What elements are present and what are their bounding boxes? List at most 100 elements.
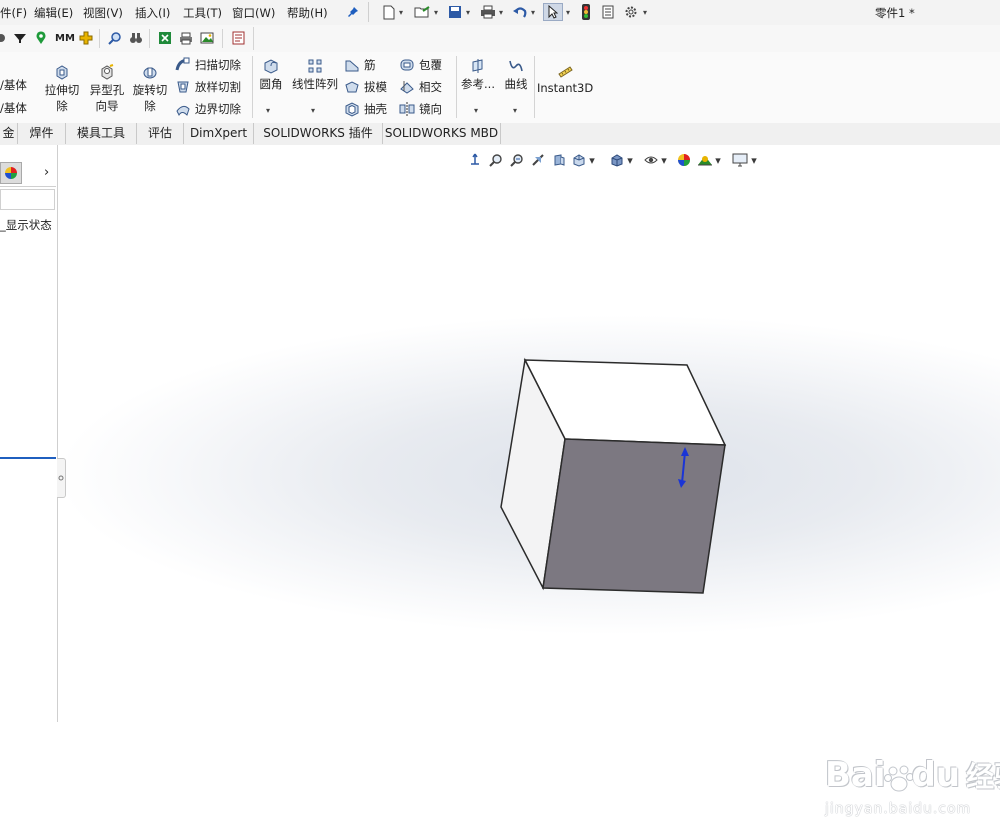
linear-pattern-button[interactable]: 线性阵列 xyxy=(289,58,341,92)
curves-dropdown-icon[interactable]: ▾ xyxy=(513,106,517,115)
tab-sheet-metal[interactable]: 金 xyxy=(0,123,18,144)
excel-table-icon[interactable] xyxy=(156,29,174,47)
linear-pattern-dropdown-icon[interactable]: ▾ xyxy=(311,106,315,115)
extrude-cut-button[interactable]: 拉伸切 除 xyxy=(41,64,83,114)
paw-logo-icon xyxy=(883,762,914,792)
document-title: 零件1 * xyxy=(875,6,915,20)
rib-label: 筋 xyxy=(364,58,376,72)
boundary-cut-button[interactable]: 边界切除 xyxy=(175,100,241,118)
zoom-magnifier-icon[interactable] xyxy=(106,29,124,47)
draft-label: 拔模 xyxy=(364,80,387,94)
curves-button[interactable]: 曲线 xyxy=(500,58,532,92)
menu-tools[interactable]: 工具(T) xyxy=(183,5,222,21)
intersect-button[interactable]: 相交 xyxy=(399,78,442,96)
display-state-item[interactable]: _显示状态 xyxy=(0,217,52,233)
rib-button[interactable]: 筋 xyxy=(344,56,376,74)
funnel-filter-icon[interactable] xyxy=(11,29,29,47)
tab-weldments[interactable]: 焊件 xyxy=(18,123,66,144)
partial-command-bottom[interactable]: /基体 xyxy=(0,99,27,117)
intersect-icon xyxy=(400,81,414,94)
hole-wizard-button[interactable]: 异型孔 向导 xyxy=(86,64,128,114)
fillet-icon xyxy=(264,59,278,74)
undo-icon[interactable] xyxy=(511,3,529,21)
print-preview-icon[interactable] xyxy=(177,29,195,47)
tab-mold-tools[interactable]: 模具工具 xyxy=(66,123,137,144)
tab-evaluate[interactable]: 评估 xyxy=(137,123,184,144)
instant3d-button[interactable]: Instant3D xyxy=(537,64,593,96)
select-pointer-icon[interactable] xyxy=(543,3,563,21)
rebuild-traffic-light-icon[interactable] xyxy=(579,3,593,21)
shell-icon xyxy=(345,102,359,117)
fillet-dropdown-icon[interactable]: ▾ xyxy=(266,106,270,115)
appearance-color-wheel-icon xyxy=(5,167,17,179)
cube-front-face[interactable] xyxy=(542,438,726,594)
find-binoculars-icon[interactable] xyxy=(127,29,145,47)
filter-input[interactable] xyxy=(0,189,55,210)
shell-label: 抽壳 xyxy=(364,102,387,116)
hole-wizard-icon xyxy=(101,64,114,80)
location-pin-icon[interactable] xyxy=(32,29,50,47)
handle-dot-icon xyxy=(58,475,64,481)
tab-solidworks-mbd[interactable]: SOLIDWORKS MBD xyxy=(383,123,501,144)
instant3d-label: Instant3D xyxy=(537,81,594,95)
draft-icon xyxy=(345,81,359,93)
print-dropdown-icon[interactable]: ▾ xyxy=(499,3,503,21)
graphics-area[interactable]: ▾ ▾ ▾ ▾ ▾ Baidu经验 jingyan.baidu.com xyxy=(58,145,1000,817)
panel-splitter[interactable] xyxy=(0,457,56,459)
lofted-cut-icon xyxy=(177,81,189,93)
open-dropdown-icon[interactable]: ▾ xyxy=(434,3,438,21)
new-dropdown-icon[interactable]: ▾ xyxy=(399,3,403,21)
file-properties-icon[interactable] xyxy=(600,3,616,21)
options-dropdown-icon[interactable]: ▾ xyxy=(643,3,647,21)
measure-icon[interactable]: MM xyxy=(54,29,76,47)
open-folder-icon[interactable] xyxy=(412,3,432,21)
reference-dropdown-icon[interactable]: ▾ xyxy=(474,106,478,115)
reference-geometry-button[interactable]: 参考... xyxy=(459,58,497,92)
image-capture-icon[interactable] xyxy=(198,29,216,47)
cube-body[interactable] xyxy=(500,357,727,594)
instant3d-ruler-icon xyxy=(558,66,573,78)
options-gear-icon[interactable] xyxy=(622,3,640,21)
report-icon[interactable] xyxy=(229,29,247,47)
hole-wizard-label-2: 向导 xyxy=(95,99,119,113)
wrap-label: 包覆 xyxy=(419,58,442,72)
undo-dropdown-icon[interactable]: ▾ xyxy=(531,3,535,21)
draft-button[interactable]: 拔模 xyxy=(344,78,387,96)
hole-wizard-label-1: 异型孔 xyxy=(89,83,125,97)
watermark-chinese-text: 经验 xyxy=(966,760,1000,793)
extrude-cut-icon xyxy=(56,65,68,80)
revolve-cut-button[interactable]: 旋转切 除 xyxy=(129,64,171,114)
panel-collapse-handle[interactable] xyxy=(57,458,66,498)
swept-cut-icon xyxy=(175,57,190,71)
curves-icon xyxy=(509,60,523,72)
save-icon[interactable] xyxy=(446,3,464,21)
tab-dimxpert[interactable]: DimXpert xyxy=(184,123,254,144)
intersect-label: 相交 xyxy=(419,80,442,94)
pin-icon[interactable] xyxy=(344,3,362,21)
lofted-cut-button[interactable]: 放样切割 xyxy=(175,78,241,96)
select-dropdown-icon[interactable]: ▾ xyxy=(566,3,570,21)
new-document-icon[interactable] xyxy=(380,3,398,21)
panel-expand-chevron-icon[interactable]: › xyxy=(44,165,49,180)
partial-command-top[interactable]: /基体 xyxy=(0,76,27,94)
baidu-jingyan-watermark: Baidu经验 jingyan.baidu.com xyxy=(825,755,1000,817)
menu-window[interactable]: 窗口(W) xyxy=(232,5,275,21)
tab-solidworks-addins[interactable]: SOLIDWORKS 插件 xyxy=(254,123,383,144)
wrap-icon xyxy=(400,59,414,71)
display-manager-tab[interactable] xyxy=(0,162,22,184)
print-icon[interactable] xyxy=(478,3,498,21)
shell-button[interactable]: 抽壳 xyxy=(344,100,387,118)
swept-cut-button[interactable]: 扫描切除 xyxy=(175,56,241,74)
boundary-cut-icon xyxy=(176,105,190,117)
menu-insert[interactable]: 插入(I) xyxy=(135,5,170,21)
menu-help[interactable]: 帮助(H) xyxy=(287,5,328,21)
menu-view[interactable]: 视图(V) xyxy=(83,5,123,21)
menu-file[interactable]: 件(F) xyxy=(0,5,27,21)
save-dropdown-icon[interactable]: ▾ xyxy=(466,3,470,21)
mirror-button[interactable]: 镜向 xyxy=(399,100,442,118)
menu-edit[interactable]: 编辑(E) xyxy=(34,5,73,21)
wrap-button[interactable]: 包覆 xyxy=(399,56,442,74)
revolve-cut-icon xyxy=(143,67,157,79)
mass-properties-icon[interactable] xyxy=(77,29,95,47)
fillet-button[interactable]: 圆角 xyxy=(255,58,287,92)
